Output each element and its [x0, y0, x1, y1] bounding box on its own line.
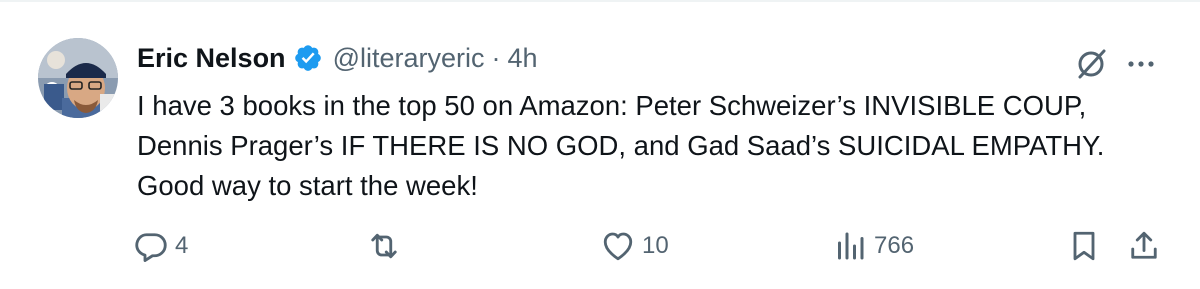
action-bar: 4 10 766 — [0, 224, 1200, 268]
views-button[interactable]: 766 — [832, 224, 914, 268]
like-button[interactable]: 10 — [600, 224, 669, 268]
repost-button[interactable] — [365, 224, 409, 268]
avatar[interactable] — [38, 38, 118, 118]
reply-count: 4 — [175, 232, 189, 259]
bookmark-button[interactable] — [1066, 224, 1102, 268]
bookmark-icon — [1073, 231, 1095, 261]
more-options-icon[interactable] — [1122, 45, 1160, 83]
tweet-card[interactable]: Eric Nelson @literaryeric · 4h I have 3 … — [0, 0, 1200, 289]
tweet-header: Eric Nelson @literaryeric · 4h — [137, 36, 538, 80]
divider — [0, 0, 1200, 2]
views-chart-icon — [838, 232, 864, 260]
separator-dot: · — [491, 42, 501, 73]
views-count: 766 — [874, 232, 915, 259]
repost-icon — [371, 233, 397, 259]
grok-icon[interactable] — [1072, 45, 1110, 83]
heart-icon — [603, 232, 633, 261]
author-name[interactable]: Eric Nelson — [137, 43, 286, 74]
reply-icon — [135, 233, 167, 262]
tweet-text: I have 3 books in the top 50 on Amazon: … — [137, 90, 1105, 201]
reply-button[interactable]: 4 — [133, 224, 188, 268]
like-count: 10 — [642, 232, 669, 259]
share-button[interactable] — [1126, 224, 1162, 268]
share-icon — [1131, 231, 1157, 259]
author-handle[interactable]: @literaryeric — [333, 43, 485, 74]
timestamp[interactable]: 4h — [508, 43, 538, 74]
verified-badge-icon — [293, 43, 323, 73]
